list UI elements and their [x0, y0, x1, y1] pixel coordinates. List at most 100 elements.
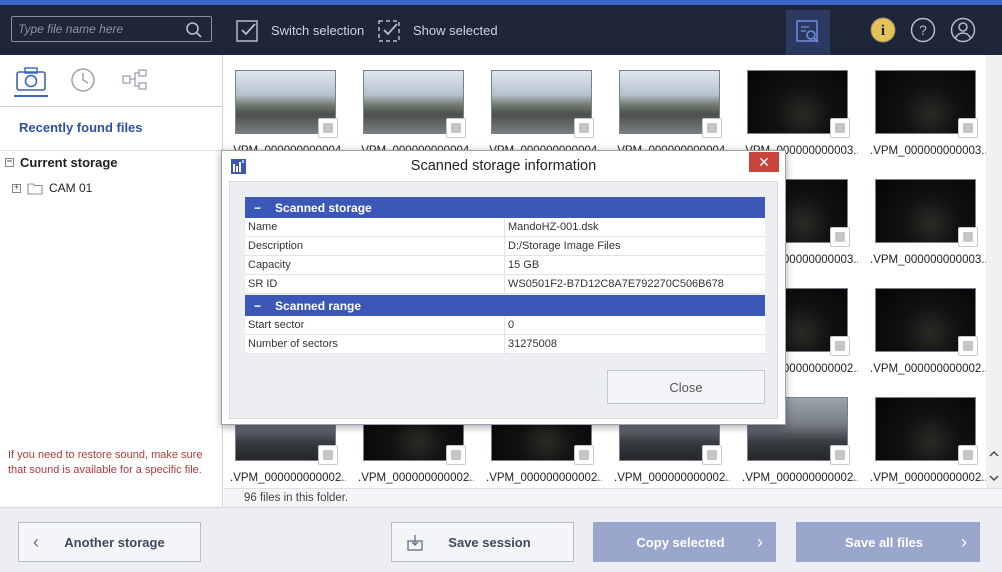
dialog-body: − Scanned storage Name MandoHZ-001.dsk Des…	[229, 181, 778, 419]
file-thumbnail[interactable]	[235, 70, 338, 138]
file-tile[interactable]: .VPM_000000000002...	[864, 384, 986, 488]
file-name: .VPM_000000000002...	[230, 472, 346, 484]
file-checkbox[interactable]	[702, 445, 722, 465]
info-row: Capacity 15 GB	[245, 256, 765, 275]
file-checkbox[interactable]	[446, 118, 466, 138]
file-thumbnail[interactable]	[491, 70, 594, 138]
file-checkbox[interactable]	[702, 118, 722, 138]
section-scanned-storage[interactable]: − Scanned storage	[245, 197, 765, 218]
file-checkbox[interactable]	[958, 118, 978, 138]
search-icon[interactable]	[185, 21, 203, 39]
show-selected-button[interactable]: Show selected	[377, 15, 498, 45]
info-row: Description D:/Storage Image Files	[245, 237, 765, 256]
another-storage-button[interactable]: ‹ Another storage	[18, 522, 201, 562]
search-input[interactable]	[16, 20, 181, 38]
file-checkbox[interactable]	[574, 118, 594, 138]
chevron-left-icon: ‹	[33, 531, 39, 552]
tree-item-cam01[interactable]: + CAM 01	[12, 181, 92, 195]
file-thumbnail[interactable]	[363, 70, 466, 138]
expand-icon[interactable]: +	[12, 183, 21, 193]
divider	[0, 150, 223, 151]
file-checkbox[interactable]	[318, 118, 338, 138]
search-box[interactable]	[11, 16, 212, 42]
close-label: Close	[669, 379, 703, 395]
show-selected-icon	[378, 20, 400, 42]
file-thumbnail[interactable]	[747, 70, 850, 138]
file-checkbox[interactable]	[830, 118, 850, 138]
file-thumbnail[interactable]	[875, 288, 978, 356]
save-session-button[interactable]: Save session	[391, 522, 574, 562]
file-tile[interactable]: .VPM_000000000004...	[608, 57, 730, 165]
chevron-right-icon: ›	[757, 531, 763, 552]
file-tile[interactable]: .VPM_000000000004...	[352, 57, 474, 165]
close-icon: ✕	[758, 153, 770, 170]
file-thumbnail[interactable]	[619, 70, 722, 138]
info-row: Start sector 0	[245, 316, 765, 335]
row-value: 15 GB	[508, 259, 540, 271]
folder-icon	[27, 182, 43, 195]
file-count-text: 96 files in this folder.	[244, 492, 349, 504]
file-tile[interactable]: .VPM_000000000003...	[864, 57, 986, 165]
switch-selection-button[interactable]: Switch selection	[235, 15, 364, 45]
save-all-label: Save all files	[844, 534, 924, 550]
svg-text:i: i	[881, 23, 885, 39]
current-storage-node[interactable]: − Current storage	[5, 155, 118, 170]
file-name: .VPM_000000000002...	[870, 472, 986, 484]
row-value: D:/Storage Image Files	[508, 240, 621, 252]
file-tile[interactable]: .VPM_000000000002...	[864, 275, 986, 383]
info-row: Name MandoHZ-001.dsk	[245, 218, 765, 237]
clock-icon	[71, 68, 95, 92]
file-name: .VPM_000000000003...	[870, 254, 986, 266]
tab-recent-files[interactable]	[14, 63, 48, 97]
file-checkbox[interactable]	[830, 227, 850, 247]
file-tile[interactable]: .VPM_000000000003...	[864, 166, 986, 274]
file-checkbox[interactable]	[958, 445, 978, 465]
help-icon[interactable]: ?	[910, 17, 936, 43]
tab-structure[interactable]	[118, 63, 152, 97]
user-icon[interactable]	[950, 17, 976, 43]
file-name: .VPM_000000000002...	[358, 472, 474, 484]
save-all-files-button[interactable]: Save all files ›	[796, 522, 980, 562]
file-thumbnail[interactable]	[875, 179, 978, 247]
section-title: Scanned range	[275, 298, 362, 313]
switch-selection-label: Switch selection	[271, 22, 365, 38]
file-checkbox[interactable]	[318, 445, 338, 465]
file-checkbox[interactable]	[830, 336, 850, 356]
sidebar-tabs	[0, 55, 223, 107]
status-bar: 96 files in this folder.	[224, 488, 1002, 507]
info-icon[interactable]: i	[870, 17, 896, 43]
row-key: Number of sectors	[248, 338, 338, 350]
file-checkbox[interactable]	[830, 445, 850, 465]
file-checkbox[interactable]	[446, 445, 466, 465]
tab-history[interactable]	[66, 63, 100, 97]
svg-text:?: ?	[919, 22, 927, 38]
file-tile[interactable]: .VPM_000000000004...	[224, 57, 346, 165]
grid-scrollbar[interactable]	[986, 55, 1002, 488]
file-checkbox[interactable]	[958, 227, 978, 247]
recently-found-files-link[interactable]: Recently found files	[19, 120, 143, 135]
scan-info-button[interactable]	[786, 10, 830, 55]
dialog-close-text-button[interactable]: Close	[607, 370, 765, 404]
info-row: Number of sectors 31275008	[245, 335, 765, 354]
dialog-title-bar: Scanned storage information ✕	[222, 151, 785, 181]
section-scanned-range[interactable]: − Scanned range	[245, 295, 765, 316]
file-checkbox[interactable]	[958, 336, 978, 356]
file-thumbnail[interactable]	[875, 70, 978, 138]
scan-search-icon	[796, 20, 819, 43]
row-value: 0	[508, 319, 515, 331]
file-tile[interactable]: .VPM_000000000003...	[736, 57, 858, 165]
collapse-icon: −	[254, 298, 262, 313]
file-checkbox[interactable]	[574, 445, 594, 465]
file-tile[interactable]: .VPM_000000000004...	[480, 57, 602, 165]
scroll-down-icon[interactable]	[986, 472, 1002, 484]
section-title: Scanned storage	[275, 200, 372, 215]
camera-icon	[16, 67, 46, 91]
dialog-close-button[interactable]: ✕	[749, 152, 779, 172]
collapse-icon[interactable]: −	[5, 158, 14, 167]
copy-selected-button[interactable]: Copy selected ›	[593, 522, 776, 562]
scroll-up-icon[interactable]	[986, 448, 1002, 460]
row-key: Name	[248, 221, 278, 233]
row-key: Description	[248, 240, 304, 252]
file-thumbnail[interactable]	[875, 397, 978, 465]
sound-restore-note: If you need to restore sound, make sure …	[8, 449, 203, 476]
